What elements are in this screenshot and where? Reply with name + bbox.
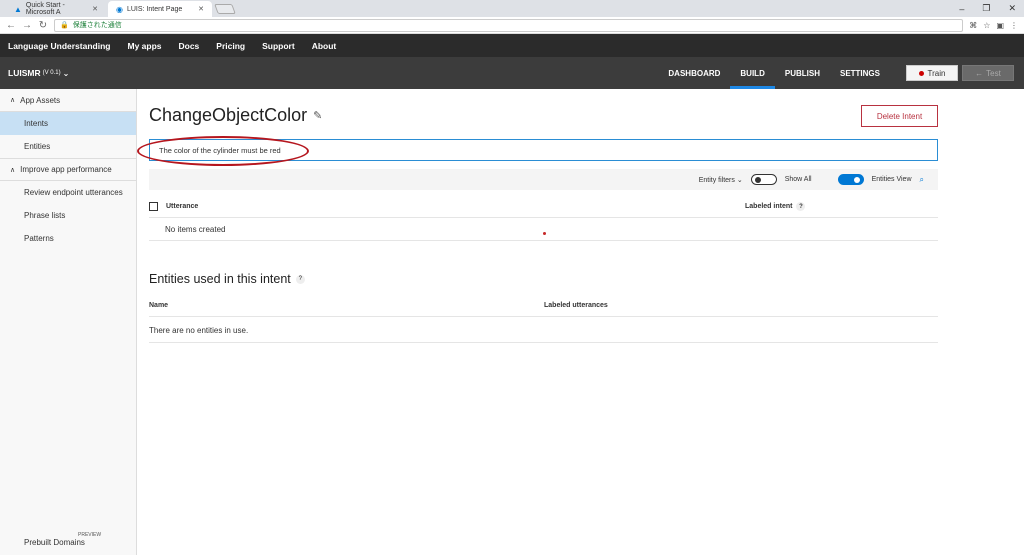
entity-filters-label: Entity filters [698, 176, 735, 184]
arrow-left-icon: ← [975, 68, 984, 78]
entities-view-label: Entities View [871, 176, 912, 183]
help-icon[interactable]: ? [295, 274, 305, 284]
chevron-down-icon: ⌄ [62, 68, 70, 78]
azure-icon: ▲ [14, 4, 22, 14]
column-utterance[interactable]: Utterance [166, 203, 198, 210]
sidebar-item-entities[interactable]: Entities [0, 135, 136, 158]
menu-icon[interactable]: ⋮ [1010, 21, 1018, 30]
sidebar-group-label: App Assets [20, 95, 61, 105]
sidebar-item-phrase-lists[interactable]: Phrase lists [0, 204, 136, 227]
show-all-label: Show All [784, 176, 812, 183]
entities-section-title: Entities used in this intent ? [149, 272, 305, 286]
test-label: Test [986, 68, 1001, 78]
browser-tab-title: LUIS: Intent Page [126, 5, 183, 13]
sidebar: ∧ App Assets Intents Entities ∧ Improve … [0, 89, 137, 555]
secure-label: 保護された通信 [72, 22, 122, 29]
utterance-table-header: Utterance Labeled intent ? [149, 196, 938, 218]
nav-about[interactable]: About [312, 41, 337, 51]
page-title: ChangeObjectColor ✎ [149, 105, 322, 126]
cursor-dot [543, 232, 546, 235]
address-row: ← → ↻ 🔒 保護された通信 ⌘ ☆ ▣ ⋮ [0, 17, 1024, 34]
close-icon[interactable]: ✕ [92, 5, 98, 13]
browser-tab-luis[interactable]: ◉ LUIS: Intent Page ✕ [108, 1, 212, 17]
content-layout: ∧ App Assets Intents Entities ∧ Improve … [0, 89, 1024, 555]
nav-docs[interactable]: Docs [179, 41, 200, 51]
sidebar-item-intents[interactable]: Intents [0, 112, 136, 135]
globe-icon: ◉ [116, 4, 123, 14]
chevron-up-icon: ∧ [10, 97, 16, 104]
forward-icon[interactable]: → [22, 20, 32, 31]
restore-icon[interactable]: ❐ [982, 3, 990, 14]
close-window-icon[interactable]: ✕ [1008, 3, 1016, 14]
address-bar[interactable]: 🔒 保護された通信 [54, 18, 964, 32]
intent-name: ChangeObjectColor [149, 105, 308, 125]
filter-bar: Entity filters ⌄ Show All Entities View … [149, 169, 938, 190]
minimize-icon[interactable]: – [959, 4, 964, 14]
app-selector[interactable]: LUISMR (V 0.1) ⌄ [0, 68, 69, 78]
train-label: Train [927, 68, 946, 78]
window-controls: – ❐ ✕ [959, 0, 1016, 17]
close-icon[interactable]: ✕ [198, 5, 204, 13]
delete-intent-button[interactable]: Delete Intent [861, 105, 938, 127]
tab-settings[interactable]: SETTINGS [830, 57, 890, 89]
show-all-toggle[interactable] [750, 174, 777, 185]
chevron-down-icon: ⌄ [736, 176, 743, 184]
nav-my-apps[interactable]: My apps [127, 41, 161, 51]
utterance-empty-row: No items created [149, 219, 938, 241]
sidebar-group-app-assets[interactable]: ∧ App Assets [0, 89, 136, 112]
browser-tab-title: Quick Start - Microsoft A [25, 2, 65, 16]
sidebar-group-improve[interactable]: ∧ Improve app performance [0, 158, 136, 181]
annotation-circle [137, 136, 309, 166]
app-version: (V 0.1) [42, 70, 61, 76]
select-all-checkbox[interactable] [149, 202, 158, 211]
help-icon[interactable]: ? [796, 202, 806, 211]
translate-icon[interactable]: ⌘ [969, 21, 977, 30]
entity-filters-dropdown[interactable]: Entity filters ⌄ [699, 176, 743, 184]
nav-support[interactable]: Support [262, 41, 295, 51]
tab-publish[interactable]: PUBLISH [775, 57, 830, 89]
test-button[interactable]: ← Test [962, 65, 1014, 81]
new-tab-button[interactable] [214, 4, 236, 14]
sidebar-group-label: Improve app performance [20, 165, 112, 174]
nav-pricing[interactable]: Pricing [216, 41, 245, 51]
browser-tab-strip: ▲ Quick Start - Microsoft A ✕ ◉ LUIS: In… [0, 0, 1024, 17]
nav-language-understanding[interactable]: Language Understanding [8, 41, 110, 51]
chevron-up-icon: ∧ [10, 166, 16, 174]
entities-section-label: Entities used in this intent [149, 272, 291, 286]
extension-icon[interactable]: ▣ [996, 21, 1004, 30]
sidebar-item-review-endpoint[interactable]: Review endpoint utterances [0, 181, 136, 204]
sidebar-item-prebuilt-domains[interactable]: Prebuilt Domains [24, 538, 85, 547]
app-tabs: DASHBOARD BUILD PUBLISH SETTINGS [658, 57, 890, 89]
app-bar: LUISMR (V 0.1) ⌄ DASHBOARD BUILD PUBLISH… [0, 57, 1024, 89]
back-icon[interactable]: ← [6, 20, 16, 31]
search-icon[interactable]: ⌕ [920, 175, 924, 185]
entities-view-toggle[interactable] [837, 174, 864, 185]
app-name: LUISMR [8, 68, 41, 78]
top-navigation: Language Understanding My apps Docs Pric… [0, 34, 1024, 57]
entities-empty-row: There are no entities in use. [149, 318, 938, 343]
lock-icon: 🔒 [60, 22, 69, 29]
tab-dashboard[interactable]: DASHBOARD [658, 57, 730, 89]
pencil-icon[interactable]: ✎ [313, 109, 322, 122]
browser-tab-quickstart[interactable]: ▲ Quick Start - Microsoft A ✕ [6, 1, 106, 17]
column-name[interactable]: Name [149, 302, 168, 309]
column-labeled-utterances[interactable]: Labeled utterances [544, 302, 608, 309]
column-labeled-intent[interactable]: Labeled intent [745, 203, 792, 210]
status-dot-icon [918, 70, 924, 76]
browser-toolbar-icons: ⌘ ☆ ▣ ⋮ [969, 21, 1018, 30]
star-icon[interactable]: ☆ [983, 21, 990, 30]
column-labeled-intent-wrap: Labeled intent ? [745, 202, 806, 211]
train-button[interactable]: Train [906, 65, 958, 81]
reload-icon[interactable]: ↻ [38, 20, 48, 31]
sidebar-item-patterns[interactable]: Patterns [0, 227, 136, 250]
tab-build[interactable]: BUILD [730, 57, 776, 89]
entities-table-header: Name Labeled utterances [149, 294, 938, 317]
